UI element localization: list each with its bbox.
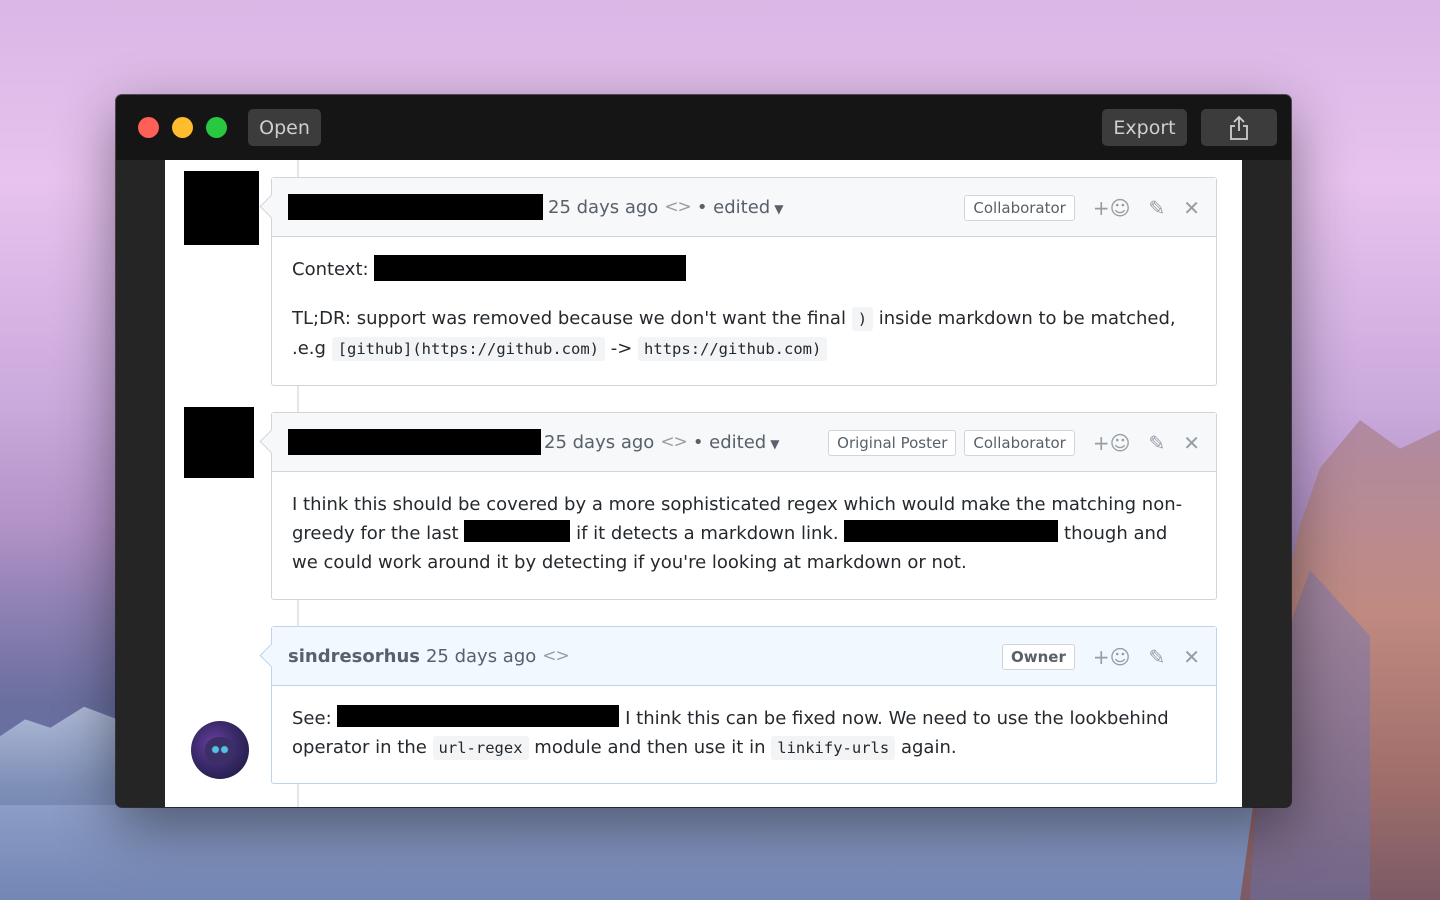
caret-down-icon: ▼ [774, 201, 784, 216]
inline-code: https://github.com) [638, 337, 828, 361]
share-icon [1230, 115, 1248, 140]
comment-time[interactable]: 25 days ago [544, 432, 654, 453]
comment-body: See: I think this can be fixed now. We n… [272, 686, 1216, 779]
add-reaction-icon[interactable]: +☺ [1093, 645, 1131, 669]
comment-body: Context: TL;DR: support was removed beca… [272, 237, 1216, 380]
body-text: TL;DR: support was removed because we do… [292, 308, 846, 329]
inline-code: ) [851, 307, 874, 331]
edited-dropdown[interactable]: • edited ▼ [697, 197, 784, 218]
close-icon[interactable]: ✕ [1183, 431, 1200, 455]
avatar-redacted[interactable] [184, 407, 254, 478]
zoom-window-button[interactable] [206, 117, 227, 138]
redacted-link [374, 255, 687, 281]
comment-body: I think this should be covered by a more… [272, 472, 1216, 593]
comment-time[interactable]: 25 days ago [426, 646, 536, 667]
close-window-button[interactable] [138, 117, 159, 138]
collaborator-badge: Collaborator [964, 429, 1075, 456]
open-button[interactable]: Open [248, 109, 321, 146]
collaborator-badge: Collaborator [964, 194, 1075, 221]
body-text: if it detects a markdown link. [576, 523, 839, 544]
add-reaction-icon[interactable]: +☺ [1093, 196, 1131, 220]
edited-dropdown[interactable]: • edited ▼ [693, 432, 780, 453]
context-label: Context: [292, 259, 369, 280]
code-icon[interactable]: <> [664, 197, 691, 217]
comment-author[interactable]: sindresorhus [288, 646, 420, 667]
author-redacted [288, 429, 541, 455]
titlebar: Open Export [116, 95, 1291, 160]
comment-header: 25 days ago <> • edited ▼ Original Poster… [272, 413, 1216, 472]
original-poster-badge: Original Poster [828, 429, 957, 456]
avatar-redacted[interactable] [184, 171, 259, 245]
avatar-sindresorhus[interactable] [191, 721, 249, 779]
edit-icon[interactable]: ✎ [1148, 196, 1165, 220]
body-text: See: [292, 708, 332, 729]
inline-code: linkify-urls [771, 736, 896, 760]
comment-header: 25 days ago <> • edited ▼ Collaborator +☺… [272, 178, 1216, 237]
minimize-window-button[interactable] [172, 117, 193, 138]
author-redacted [288, 194, 543, 220]
owner-badge: Owner [1002, 643, 1075, 670]
caret-down-icon: ▼ [770, 436, 780, 451]
comment-time[interactable]: 25 days ago [548, 197, 658, 218]
inline-code: url-regex [432, 736, 529, 760]
export-button[interactable]: Export [1102, 109, 1187, 146]
body-text: .e.g [292, 338, 326, 359]
body-text: -> [610, 338, 633, 359]
inline-code: [github](https://github.com) [331, 337, 605, 361]
redacted-text [464, 520, 571, 542]
comment-actions: Owner +☺ ✎ ✕ [994, 627, 1200, 686]
wallpaper-mountain-bottom [0, 805, 1440, 900]
comment-actions: Collaborator +☺ ✎ ✕ [956, 178, 1200, 237]
comments-view: 25 days ago <> • edited ▼ Collaborator +☺… [165, 160, 1242, 807]
edit-icon[interactable]: ✎ [1148, 431, 1165, 455]
redacted-link [337, 705, 620, 727]
redacted-text [844, 520, 1059, 542]
comment: sindresorhus 25 days ago <> Owner +☺ ✎ ✕… [271, 626, 1217, 784]
comment: 25 days ago <> • edited ▼ Collaborator +☺… [271, 177, 1217, 386]
body-text: module and then use it in [534, 737, 766, 758]
add-reaction-icon[interactable]: +☺ [1093, 431, 1131, 455]
edit-icon[interactable]: ✎ [1148, 645, 1165, 669]
share-button[interactable] [1201, 109, 1277, 146]
close-icon[interactable]: ✕ [1183, 645, 1200, 669]
comment: 25 days ago <> • edited ▼ Original Poster… [271, 412, 1217, 600]
code-icon[interactable]: <> [542, 646, 569, 666]
body-text: inside markdown to be matched, [878, 308, 1176, 329]
app-window: Open Export 25 days ago <> • edited ▼ Col… [116, 95, 1291, 807]
comment-actions: Original Poster Collaborator +☺ ✎ ✕ [820, 413, 1200, 472]
code-icon[interactable]: <> [660, 432, 687, 452]
body-text: again. [900, 737, 957, 758]
comment-header: sindresorhus 25 days ago <> Owner +☺ ✎ ✕ [272, 627, 1216, 686]
close-icon[interactable]: ✕ [1183, 196, 1200, 220]
